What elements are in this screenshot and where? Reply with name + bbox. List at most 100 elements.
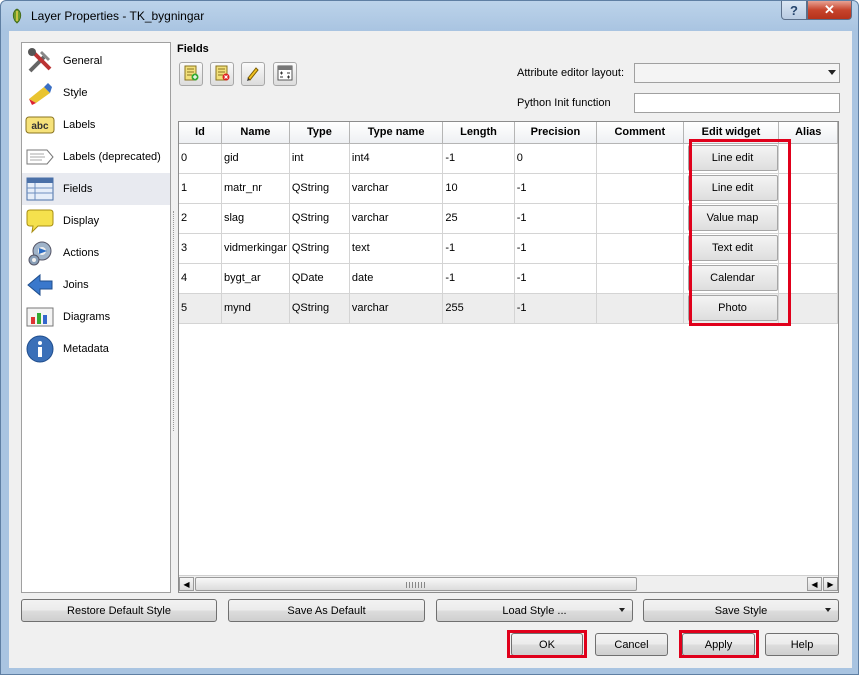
edit-widget-button[interactable]: Value map [687, 205, 778, 231]
delete-column-icon [214, 65, 230, 84]
cell-type-name: varchar [349, 173, 444, 204]
style-icon [25, 79, 55, 107]
help-button[interactable]: Help [765, 633, 839, 656]
table-row[interactable]: 2 slag QString varchar 25 -1 Value map [179, 203, 838, 234]
save-style-button[interactable]: Save Style [643, 599, 839, 622]
sidebar-item-label: Fields [63, 183, 93, 195]
cell-comment[interactable] [596, 143, 684, 174]
cell-comment[interactable] [596, 293, 684, 324]
sidebar-item-diagrams[interactable]: Diagrams [22, 301, 170, 333]
horizontal-scrollbar[interactable]: ◀ ◀ ▶ [179, 575, 838, 592]
column-header-name[interactable]: Name [221, 122, 290, 144]
edit-widget-button[interactable]: Photo [687, 295, 778, 321]
table-row[interactable]: 4 bygt_ar QDate date -1 -1 Calendar [179, 263, 838, 294]
cell-alias[interactable] [778, 263, 838, 294]
dropdown-arrow-icon [619, 608, 625, 612]
cell-type: QString [289, 203, 350, 234]
edit-widget-button[interactable]: Line edit [687, 145, 778, 171]
table-row[interactable]: 3 vidmerkingar QString text -1 -1 Text e… [179, 233, 838, 264]
help-title-button[interactable]: ? [781, 1, 807, 20]
cell-type-name: text [349, 233, 444, 264]
edit-widget-button[interactable]: Line edit [687, 175, 778, 201]
fields-heading: Fields [177, 43, 209, 55]
fields-table: Id Name Type Type name Length Precision … [178, 121, 839, 593]
sidebar-item-metadata[interactable]: Metadata [22, 333, 170, 365]
scroll-right-icon[interactable]: ▶ [823, 577, 838, 591]
sidebar-item-style[interactable]: Style [22, 77, 170, 109]
close-button[interactable]: ✕ [807, 1, 852, 20]
sidebar-item-display[interactable]: Display [22, 205, 170, 237]
cell-length: 25 [442, 203, 515, 234]
cell-type-name: varchar [349, 293, 444, 324]
cell-alias[interactable] [778, 203, 838, 234]
display-icon [25, 207, 55, 235]
restore-default-style-button[interactable]: Restore Default Style [21, 599, 217, 622]
sidebar-splitter[interactable] [173, 211, 177, 431]
cell-comment[interactable] [596, 233, 684, 264]
pencil-icon [245, 65, 261, 84]
cell-length: 255 [442, 293, 515, 324]
cell-type: QString [289, 173, 350, 204]
sidebar: General Style abc Labels Labels (depreca… [21, 42, 171, 593]
load-style-label: Load Style ... [502, 604, 567, 617]
fields-table-grid: Id Name Type Type name Length Precision … [179, 122, 838, 324]
cell-name: gid [221, 143, 290, 174]
toggle-editing-button[interactable] [241, 62, 265, 86]
table-row[interactable]: 5 mynd QString varchar 255 -1 Photo [179, 293, 838, 324]
title-bar[interactable]: Layer Properties - TK_bygningar ? ✕ [1, 1, 858, 31]
python-init-function-input[interactable] [634, 93, 840, 113]
dialog-client-area: General Style abc Labels Labels (depreca… [9, 31, 852, 668]
ok-button[interactable]: OK [511, 633, 583, 656]
scroll-left-icon[interactable]: ◀ [179, 577, 194, 591]
cell-alias[interactable] [778, 143, 838, 174]
column-header-length[interactable]: Length [442, 122, 515, 144]
attribute-editor-layout-label: Attribute editor layout: [517, 67, 625, 79]
table-header-row: Id Name Type Type name Length Precision … [179, 122, 838, 144]
cell-alias[interactable] [778, 233, 838, 264]
sidebar-item-label: Diagrams [63, 311, 111, 323]
cell-comment[interactable] [596, 263, 684, 294]
field-calculator-icon [277, 65, 293, 84]
column-header-comment[interactable]: Comment [596, 122, 684, 144]
sidebar-item-actions[interactable]: Actions [22, 237, 170, 269]
scrollbar-thumb[interactable] [195, 577, 637, 591]
column-header-type-name[interactable]: Type name [349, 122, 444, 144]
column-header-type[interactable]: Type [289, 122, 350, 144]
new-column-button[interactable] [179, 62, 203, 86]
sidebar-item-labels[interactable]: abc Labels [22, 109, 170, 141]
load-style-button[interactable]: Load Style ... [436, 599, 633, 622]
edit-widget-button[interactable]: Calendar [687, 265, 778, 291]
sidebar-item-general[interactable]: General [22, 45, 170, 77]
sidebar-item-label: Display [63, 215, 100, 227]
sidebar-item-labels-deprecated[interactable]: Labels (deprecated) [22, 141, 170, 173]
column-header-precision[interactable]: Precision [514, 122, 598, 144]
cell-alias[interactable] [778, 173, 838, 204]
apply-button[interactable]: Apply [682, 633, 755, 656]
field-calculator-button[interactable] [273, 62, 297, 86]
cell-id: 4 [179, 263, 222, 294]
sidebar-item-fields[interactable]: Fields [22, 173, 170, 205]
table-row[interactable]: 0 gid int int4 -1 0 Line edit [179, 143, 838, 174]
cell-precision: -1 [514, 263, 598, 294]
save-as-default-button[interactable]: Save As Default [228, 599, 425, 622]
edit-widget-button[interactable]: Text edit [687, 235, 778, 261]
column-header-id[interactable]: Id [179, 122, 222, 144]
sidebar-item-joins[interactable]: Joins [22, 269, 170, 301]
cell-name: matr_nr [221, 173, 290, 204]
column-header-alias[interactable]: Alias [778, 122, 838, 144]
cell-edit-widget: Value map [683, 203, 780, 234]
table-row[interactable]: 1 matr_nr QString varchar 10 -1 Line edi… [179, 173, 838, 204]
window-title: Layer Properties - TK_bygningar [31, 9, 205, 23]
cell-precision: -1 [514, 173, 598, 204]
cell-alias[interactable] [778, 293, 838, 324]
column-header-edit-widget[interactable]: Edit widget [683, 122, 780, 144]
cancel-button[interactable]: Cancel [595, 633, 668, 656]
fields-icon [25, 175, 55, 203]
cell-comment[interactable] [596, 173, 684, 204]
attribute-editor-layout-select[interactable] [634, 63, 840, 83]
delete-column-button[interactable] [210, 62, 234, 86]
cell-comment[interactable] [596, 203, 684, 234]
cell-length: -1 [442, 263, 515, 294]
scroll-left-end-icon[interactable]: ◀ [807, 577, 822, 591]
new-column-icon [183, 65, 199, 84]
